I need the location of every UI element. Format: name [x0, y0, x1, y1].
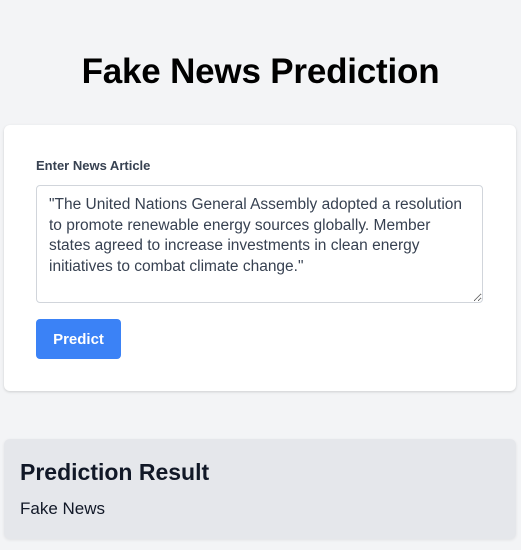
result-title: Prediction Result: [20, 459, 210, 485]
article-textarea[interactable]: [36, 185, 483, 303]
predict-button[interactable]: Predict: [36, 319, 121, 359]
page-title: Fake News Prediction: [81, 52, 440, 91]
article-label: Enter News Article: [36, 158, 151, 173]
page: Fake News Prediction Enter News Article …: [0, 0, 521, 550]
result-card: Prediction Result Fake News: [4, 439, 516, 539]
input-card: Enter News Article Predict: [4, 125, 516, 391]
result-value: Fake News: [20, 499, 106, 518]
